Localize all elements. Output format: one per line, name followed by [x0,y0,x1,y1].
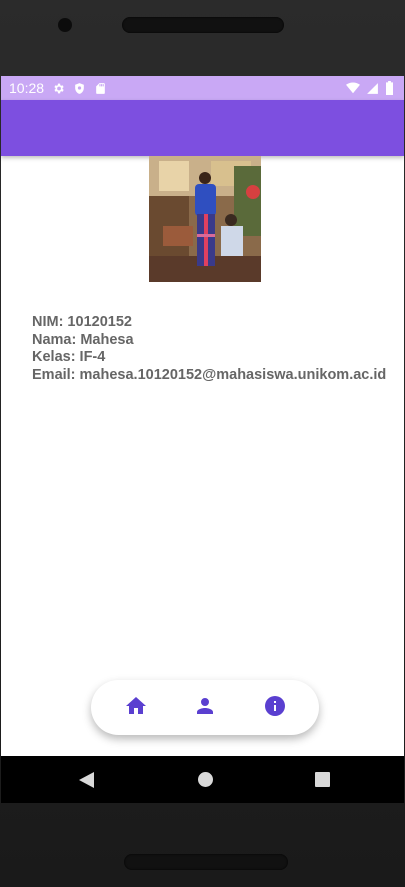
front-camera [58,18,72,32]
system-navigation-bar [1,756,404,803]
bottom-speaker [124,854,288,870]
status-time: 10:28 [9,80,45,96]
app-bar [1,100,404,156]
earpiece-speaker [122,17,284,33]
home-icon[interactable] [124,694,148,718]
wifi-icon [346,81,360,98]
phone-screen: 10:28 NIM: 10120152 Nama: Mahesa Kelas: … [1,76,404,803]
signal-icon [366,82,379,98]
home-circle-icon[interactable] [197,771,214,793]
recents-icon[interactable] [315,772,330,792]
sd-card-icon [94,82,107,95]
back-icon[interactable] [78,771,95,794]
email-text: Email: mahesa.10120152@mahasiswa.unikom.… [32,366,387,383]
person-icon[interactable] [193,694,217,718]
battery-icon [385,81,394,98]
kelas-text: Kelas: IF-4 [32,349,106,365]
gear-icon [52,82,65,95]
profile-info: NIM: 10120152 Nama: Mahesa Kelas: IF-4 E… [32,314,386,384]
info-icon[interactable] [263,694,287,718]
shield-icon [73,82,86,95]
nim-text: NIM: 10120152 [32,314,132,330]
bottom-navigation [91,680,319,735]
device-frame: 10:28 NIM: 10120152 Nama: Mahesa Kelas: … [0,0,405,887]
nama-text: Nama: Mahesa [32,331,134,348]
status-bar: 10:28 [1,76,404,100]
profile-photo [149,156,261,282]
